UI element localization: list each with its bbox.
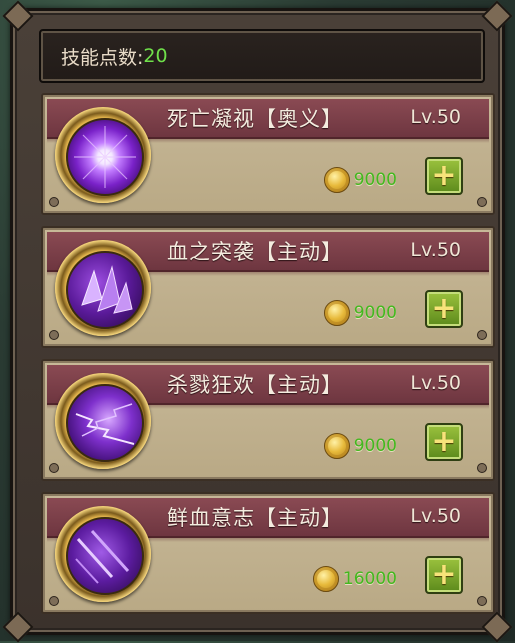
skill-icon-frame[interactable] [55,240,151,336]
upgrade-button[interactable]: + [425,423,463,461]
rivet [477,197,487,207]
rivet [477,596,487,606]
death-gaze-orb-icon [66,118,144,196]
skill-icon-frame[interactable] [55,506,151,602]
skill-points-bar: 技能点数: 20 [39,29,485,83]
skill-level: Lv.50 [410,239,461,261]
upgrade-cost: 9000 [323,300,397,326]
upgrade-cost: 9000 [323,433,397,459]
skill-level: Lv.50 [410,505,461,527]
frame-corner [2,611,34,643]
frame-corner [481,0,513,32]
skill-row-death-gaze: 死亡凝视【奥义】 Lv.50 9000 + [41,93,495,215]
plus-icon: + [431,158,457,193]
cost-value: 16000 [342,569,397,589]
upgrade-button[interactable]: + [425,290,463,328]
carnage-lightning-icon [66,384,144,462]
frame-corner [2,0,34,32]
skill-name: 鲜血意志【主动】 [167,506,343,530]
rivet [477,330,487,340]
skill-row-carnage: 杀戮狂欢【主动】 Lv.50 9000 + [41,359,495,481]
blood-will-slash-icon [66,517,144,595]
rivet [49,596,59,606]
plus-icon: + [431,424,457,459]
gold-coin-icon [323,300,350,326]
skill-row-blood-assault: 血之突袭【主动】 Lv.50 9000 + [41,226,495,348]
skill-name: 血之突袭【主动】 [167,240,343,264]
rivet [477,463,487,473]
skill-row-blood-will: 鲜血意志【主动】 Lv.50 16000 + [41,492,495,614]
skill-panel-frame: 技能点数: 20 死亡凝视【奥义】 Lv.50 9000 + 血之突袭【主动】 … [2,0,513,643]
skill-level: Lv.50 [410,106,461,128]
plus-icon: + [431,291,457,326]
skill-icon-frame[interactable] [55,373,151,469]
skill-points-value: 20 [143,45,168,67]
upgrade-button[interactable]: + [425,157,463,195]
upgrade-cost: 16000 [312,566,397,592]
cost-value: 9000 [353,170,397,190]
skill-icon-frame[interactable] [55,107,151,203]
upgrade-cost: 9000 [323,167,397,193]
cost-value: 9000 [353,303,397,323]
rivet [49,330,59,340]
gold-coin-icon [323,433,350,459]
rivet [49,463,59,473]
skill-name: 死亡凝视【奥义】 [167,107,343,131]
skill-name: 杀戮狂欢【主动】 [167,373,343,397]
skill-level: Lv.50 [410,372,461,394]
blood-assault-crystal-icon [66,251,144,329]
gold-coin-icon [312,566,339,592]
upgrade-button[interactable]: + [425,556,463,594]
gold-coin-icon [323,167,350,193]
cost-value: 9000 [353,436,397,456]
frame-corner [481,611,513,643]
skill-points-label: 技能点数: [61,46,144,69]
rivet [49,197,59,207]
plus-icon: + [431,557,457,592]
